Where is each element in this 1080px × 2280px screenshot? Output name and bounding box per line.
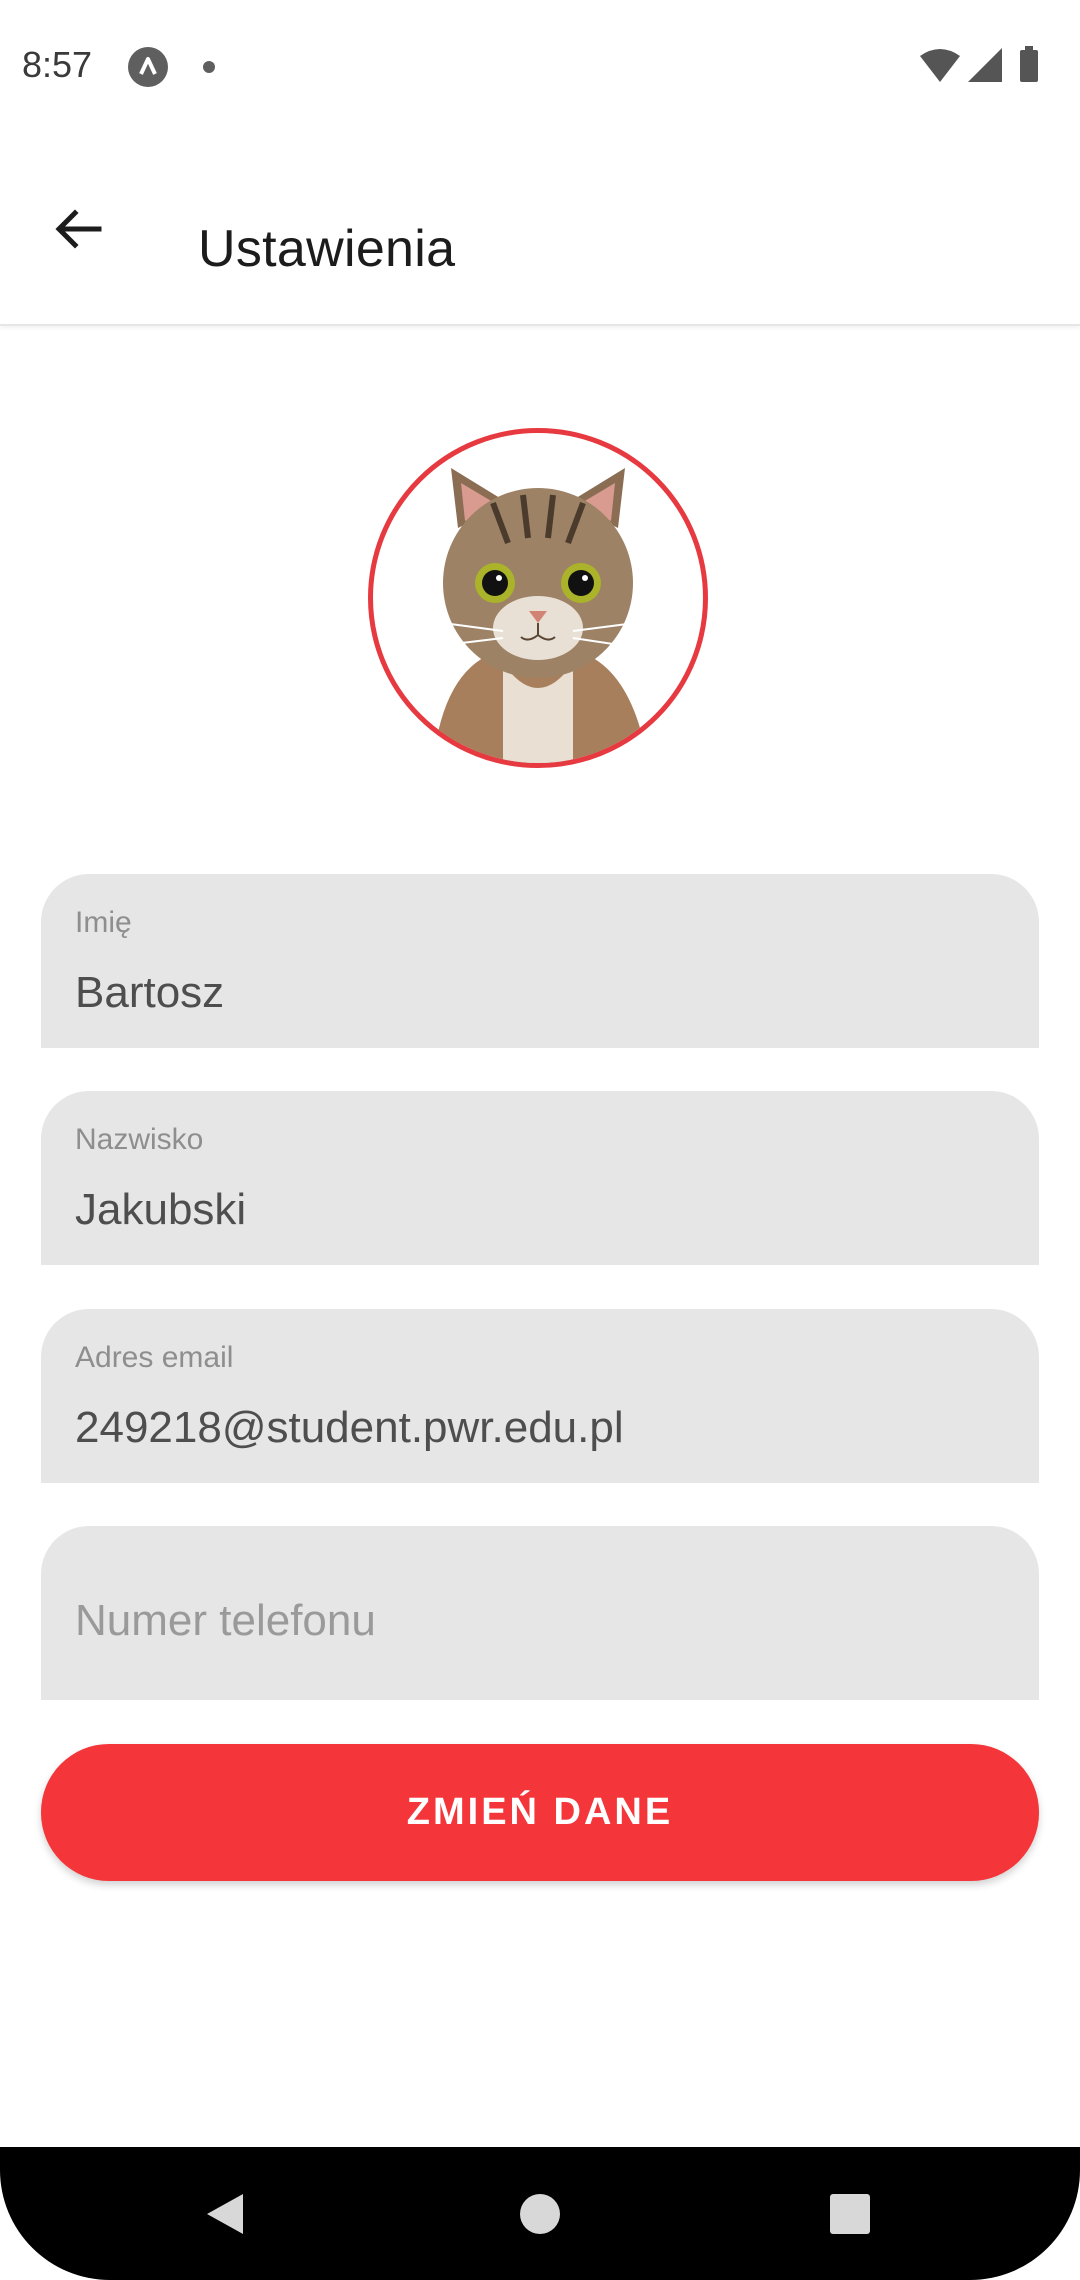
first-name-value[interactable]: Bartosz bbox=[75, 968, 224, 1018]
app-bar: Ustawienia bbox=[0, 134, 1080, 326]
phone-placeholder[interactable]: Numer telefonu bbox=[75, 1596, 376, 1646]
home-circle-icon bbox=[520, 2193, 560, 2234]
phone-field[interactable]: Numer telefonu bbox=[41, 1526, 1039, 1700]
profile-avatar[interactable] bbox=[368, 428, 708, 768]
nav-home-button[interactable] bbox=[470, 2147, 610, 2280]
last-name-value[interactable]: Jakubski bbox=[75, 1185, 246, 1235]
change-data-button[interactable]: ZMIEŃ DANE bbox=[41, 1744, 1039, 1881]
system-nav-bar bbox=[0, 2147, 1080, 2280]
app-notification-icon bbox=[128, 47, 168, 87]
email-label: Adres email bbox=[75, 1341, 234, 1374]
page-title: Ustawienia bbox=[198, 220, 456, 278]
arrow-back-icon bbox=[55, 209, 102, 249]
first-name-label: Imię bbox=[75, 906, 132, 939]
back-triangle-icon bbox=[207, 2193, 243, 2234]
status-bar: 8:57 bbox=[0, 0, 1080, 134]
cat-avatar-icon bbox=[433, 468, 648, 763]
nav-back-button[interactable] bbox=[155, 2147, 295, 2280]
wifi-icon bbox=[920, 49, 960, 82]
last-name-field[interactable]: Nazwisko Jakubski bbox=[41, 1091, 1039, 1265]
status-icons bbox=[920, 46, 1060, 86]
email-field[interactable]: Adres email 249218@student.pwr.edu.pl bbox=[41, 1309, 1039, 1483]
nav-recents-button[interactable] bbox=[780, 2147, 920, 2280]
recents-square-icon bbox=[830, 2193, 870, 2234]
status-time: 8:57 bbox=[22, 44, 93, 85]
battery-icon bbox=[1020, 46, 1038, 82]
dot-icon bbox=[203, 61, 215, 73]
first-name-field[interactable]: Imię Bartosz bbox=[41, 874, 1039, 1048]
signal-icon bbox=[968, 48, 1002, 82]
email-value[interactable]: 249218@student.pwr.edu.pl bbox=[75, 1403, 624, 1453]
last-name-label: Nazwisko bbox=[75, 1123, 204, 1156]
back-button[interactable] bbox=[36, 187, 120, 271]
